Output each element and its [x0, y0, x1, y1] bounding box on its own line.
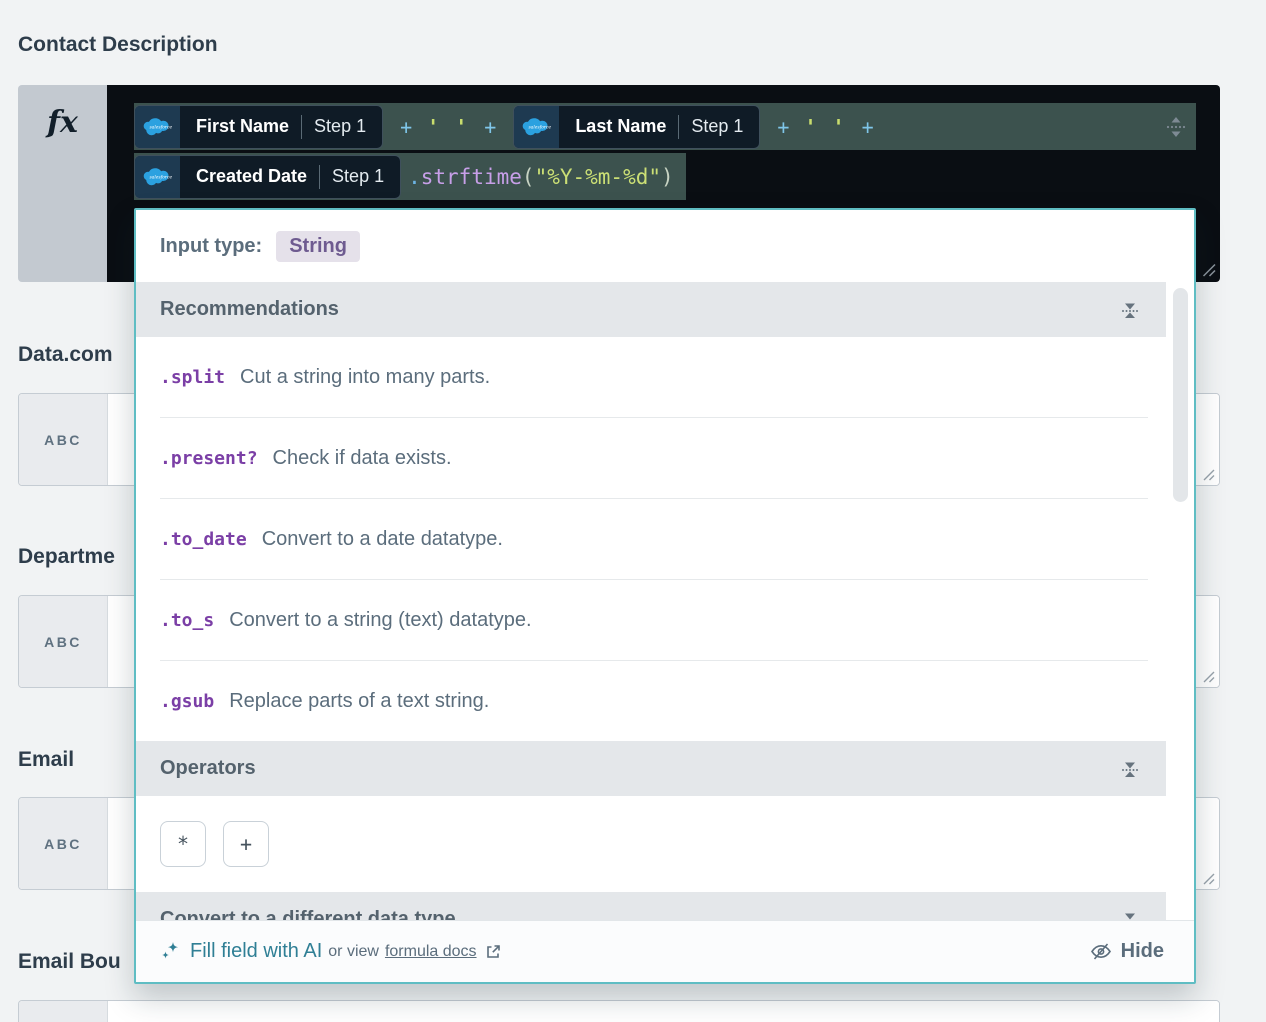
string-arg-token: "%Y-%m-%d"	[535, 165, 661, 189]
salesforce-icon: salesforce	[514, 106, 559, 148]
salesforce-icon: salesforce	[135, 106, 180, 148]
recommendation-gsub[interactable]: .gsub Replace parts of a text string.	[136, 661, 1194, 741]
method-name: .to_s	[160, 610, 214, 631]
pill-field-name: First Name	[196, 116, 289, 137]
field-label-email: Email	[18, 748, 74, 772]
strftime-expression: .strftime("%Y-%m-%d")	[408, 165, 674, 189]
formula-docs-link[interactable]: formula docs	[385, 943, 477, 961]
field-label-department: Departme	[18, 545, 115, 569]
pill-body: First Name Step 1	[180, 106, 382, 148]
method-name: .present?	[160, 448, 258, 469]
dot-token: .	[408, 165, 421, 189]
formula-operators: + ' ' +	[760, 115, 890, 139]
input-type-label: Input type:	[160, 235, 262, 258]
section-header-recommendations: Recommendations	[136, 282, 1166, 337]
input-type-badge: String	[276, 231, 360, 262]
svg-text:salesforce: salesforce	[528, 126, 551, 131]
string-literal: ' '	[427, 115, 469, 139]
datapill-last-name[interactable]: salesforce Last Name Step 1	[513, 105, 760, 149]
input-type-row: Input type: String	[136, 210, 1194, 282]
method-name: .split	[160, 367, 225, 388]
collapse-section-icon[interactable]	[1120, 300, 1140, 320]
external-link-icon	[484, 943, 502, 961]
operator-multiply-button[interactable]: *	[160, 821, 206, 867]
collapse-section-icon[interactable]	[1120, 759, 1140, 779]
pill-step-label: Step 1	[314, 116, 366, 137]
dropdown-scrollbar-thumb[interactable]	[1173, 288, 1188, 502]
recommendation-to-s[interactable]: .to_s Convert to a string (text) datatyp…	[136, 580, 1194, 660]
plus-operator: +	[484, 115, 496, 139]
formula-helper-dropdown: Input type: String Recommendations .spli…	[134, 208, 1196, 984]
operator-plus-button[interactable]: +	[223, 821, 269, 867]
paren-token: (	[522, 165, 535, 189]
string-type-badge: ABC	[19, 394, 108, 485]
operator-buttons-row: * +	[136, 796, 1194, 892]
field-label-contact-description: Contact Description	[18, 33, 218, 57]
footer-middle-text: or view	[328, 943, 379, 961]
formula-content: salesforce First Name Step 1 + ' ' +	[134, 103, 1196, 200]
textarea-resize-handle-icon[interactable]	[1202, 468, 1215, 481]
method-description: Check if data exists.	[273, 447, 452, 470]
recommendation-present[interactable]: .present? Check if data exists.	[136, 418, 1194, 498]
pill-body: Created Date Step 1	[180, 156, 400, 198]
section-title: Recommendations	[160, 298, 339, 321]
hide-button[interactable]: Hide	[1090, 940, 1164, 963]
pill-step-label: Step 1	[691, 116, 743, 137]
drag-handle-icon[interactable]	[1165, 115, 1187, 139]
pill-divider	[301, 115, 302, 139]
hide-label: Hide	[1121, 940, 1164, 963]
function-token: strftime	[421, 165, 522, 189]
pill-divider	[678, 115, 679, 139]
method-description: Convert to a date datatype.	[262, 528, 503, 551]
datapill-first-name[interactable]: salesforce First Name Step 1	[134, 105, 383, 149]
string-type-badge: ABC	[19, 1001, 108, 1022]
eye-slash-icon	[1090, 942, 1112, 961]
field-email-bounced: ABC	[18, 1000, 1220, 1022]
dropdown-footer: Fill field with AI or view formula docs …	[136, 920, 1194, 982]
method-name: .to_date	[160, 529, 247, 550]
method-name: .gsub	[160, 691, 214, 712]
editor-resize-handle-icon[interactable]	[1201, 262, 1216, 277]
string-type-badge: ABC	[19, 596, 108, 687]
formula-operators: + ' ' +	[383, 115, 513, 139]
svg-text:salesforce: salesforce	[149, 176, 172, 181]
ai-sparkle-icon	[160, 941, 181, 962]
fill-with-ai-label: Fill field with AI	[190, 940, 322, 963]
plus-operator: +	[400, 115, 412, 139]
method-description: Cut a string into many parts.	[240, 366, 490, 389]
formula-line-1: salesforce First Name Step 1 + ' ' +	[134, 103, 1196, 150]
field-input-email-bounced[interactable]	[108, 1001, 1219, 1022]
svg-text:salesforce: salesforce	[149, 126, 172, 131]
method-description: Replace parts of a text string.	[229, 690, 489, 713]
salesforce-icon: salesforce	[135, 156, 180, 198]
page: Contact Description fx salesforce First …	[0, 0, 1266, 1022]
fill-with-ai-button[interactable]: Fill field with AI	[160, 940, 322, 963]
pill-field-name: Created Date	[196, 166, 307, 187]
section-header-operators: Operators	[136, 741, 1166, 796]
pill-step-label: Step 1	[332, 166, 384, 187]
textarea-resize-handle-icon[interactable]	[1202, 872, 1215, 885]
field-label-email-bounced: Email Bou	[18, 950, 121, 974]
string-type-badge: ABC	[19, 798, 108, 889]
pill-body: Last Name Step 1	[559, 106, 759, 148]
field-label-datacom: Data.com	[18, 343, 113, 367]
recommendation-to-date[interactable]: .to_date Convert to a date datatype.	[136, 499, 1194, 579]
fx-icon: fx	[18, 85, 107, 282]
pill-divider	[319, 165, 320, 189]
datapill-created-date[interactable]: salesforce Created Date Step 1	[134, 155, 401, 199]
pill-field-name: Last Name	[575, 116, 666, 137]
paren-token: )	[661, 165, 674, 189]
plus-operator: +	[777, 115, 789, 139]
recommendation-split[interactable]: .split Cut a string into many parts.	[136, 337, 1194, 417]
section-title: Operators	[160, 757, 256, 780]
string-literal: ' '	[804, 115, 846, 139]
plus-operator: +	[862, 115, 874, 139]
formula-line-2: salesforce Created Date Step 1 .strftime…	[134, 153, 1196, 200]
method-description: Convert to a string (text) datatype.	[229, 609, 531, 632]
formula-line-2-highlight: salesforce Created Date Step 1 .strftime…	[134, 153, 686, 200]
textarea-resize-handle-icon[interactable]	[1202, 670, 1215, 683]
